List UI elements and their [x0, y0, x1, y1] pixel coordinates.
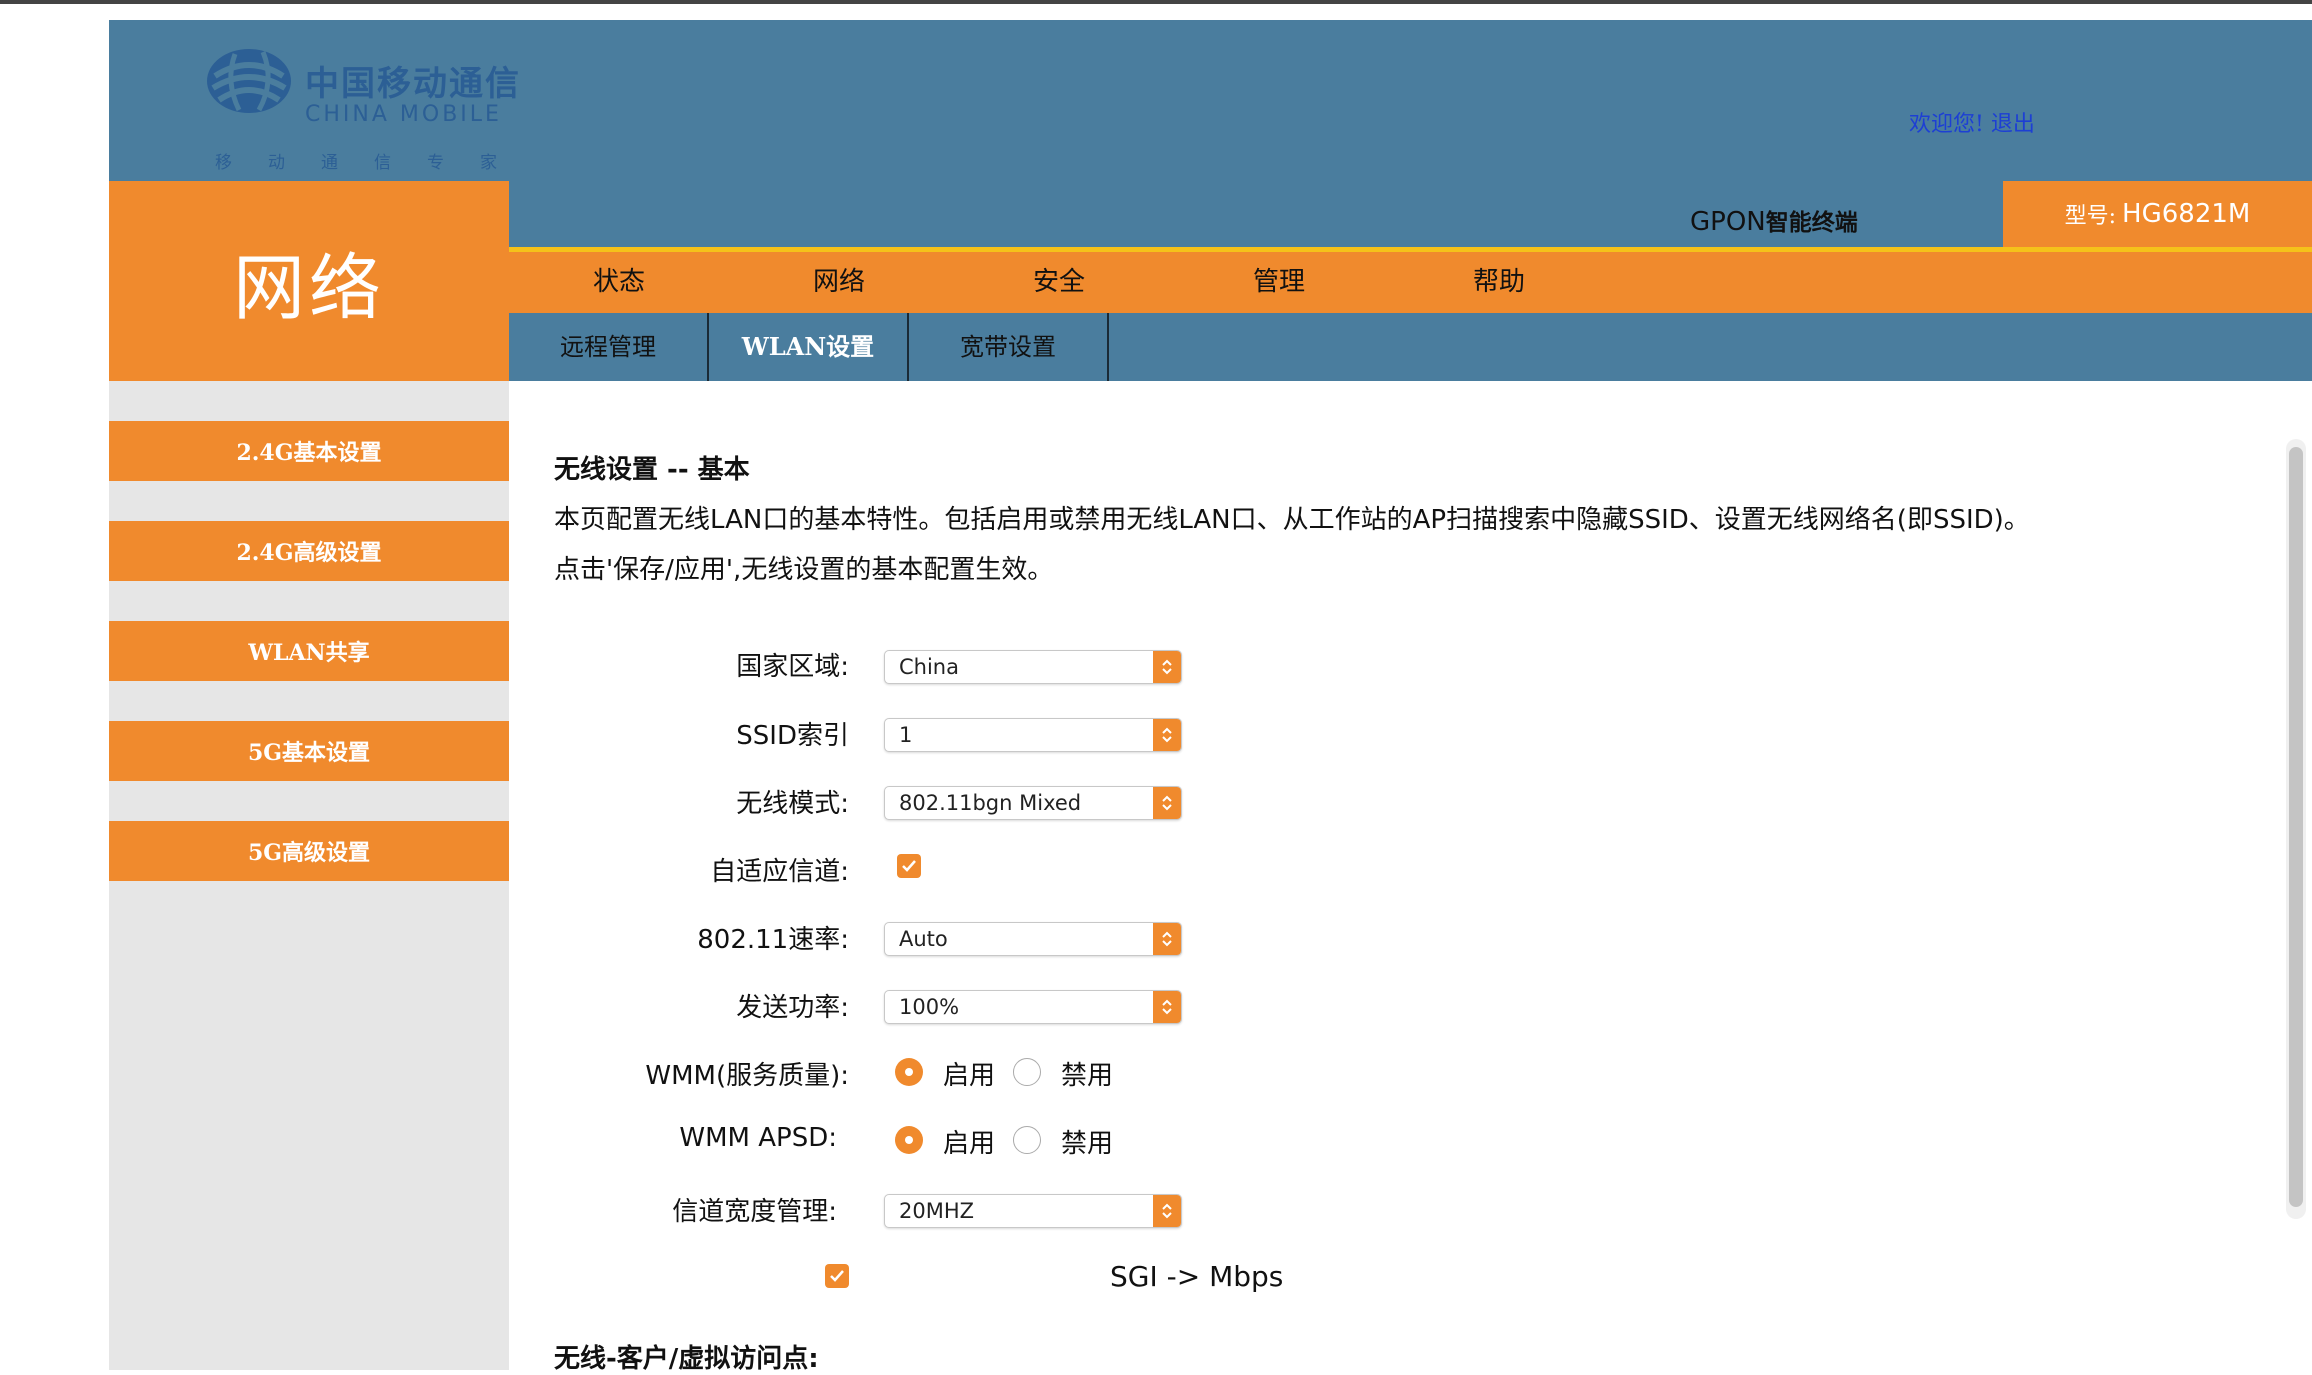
select-arrows-icon [1153, 991, 1181, 1023]
wmm-apsd-enable-text: 启用 [943, 1129, 996, 1159]
description-line-1: 本页配置无线LAN口的基本特性。包括启用或禁用无线LAN口、从工作站的AP扫描搜… [554, 505, 2030, 535]
nav-status[interactable]: 状态 [509, 252, 729, 313]
sub-nav: 远程管理 WLAN设置 宽带设置 [509, 313, 2312, 381]
country-label: 国家区域: [736, 652, 849, 682]
logout-link[interactable]: 退出 [1991, 112, 2035, 137]
model-badge: 型号: HG6821M [2003, 181, 2312, 247]
wmm-apsd-disable-text: 禁用 [1061, 1129, 1114, 1159]
china-mobile-logo-icon [207, 49, 291, 113]
logo-chinese-text: 中国移动通信 [305, 64, 521, 104]
select-arrows-icon [1153, 651, 1181, 683]
sgi-label: SGI -> Mbps [1110, 1260, 1284, 1293]
ssid-index-label: SSID索引 [736, 721, 849, 751]
checkmark-icon [902, 860, 916, 872]
bandwidth-select[interactable]: 20MHZ [884, 1194, 1182, 1228]
auto-channel-label: 自适应信道: [710, 857, 849, 887]
wmm-enable-text: 启用 [943, 1061, 996, 1091]
welcome-area: 欢迎您! 退出 [1909, 106, 2035, 138]
bandwidth-label: 信道宽度管理: [672, 1197, 837, 1227]
content-area: 无线设置 -- 基本 本页配置无线LAN口的基本特性。包括启用或禁用无线LAN口… [509, 381, 2312, 1374]
main-nav: 状态 网络 安全 管理 帮助 [509, 252, 2312, 313]
sidebar-item-24g-advanced[interactable]: 2.4G高级设置 [109, 521, 509, 581]
wmm-apsd-enable-radio[interactable] [895, 1126, 923, 1154]
wireless-mode-select-value: 802.11bgn Mixed [899, 791, 1082, 815]
auto-channel-checkbox[interactable] [897, 854, 921, 878]
select-arrows-icon [1153, 923, 1181, 955]
rate-label: 802.11速率: [697, 925, 849, 955]
wireless-mode-select[interactable]: 802.11bgn Mixed [884, 786, 1182, 820]
tx-power-select[interactable]: 100% [884, 990, 1182, 1024]
wmm-label: WMM(服务质量): [645, 1061, 849, 1091]
tx-power-label: 发送功率: [736, 993, 849, 1023]
bandwidth-select-value: 20MHZ [899, 1199, 975, 1223]
vertical-scrollbar[interactable] [2286, 439, 2306, 1219]
scrollbar-thumb[interactable] [2289, 447, 2303, 1207]
section-title: 网络 [109, 181, 509, 381]
model-value: HG6821M [2122, 199, 2251, 229]
select-arrows-icon [1153, 1195, 1181, 1227]
page-description: 本页配置无线LAN口的基本特性。包括启用或禁用无线LAN口、从工作站的AP扫描搜… [554, 495, 2254, 595]
wmm-disable-text: 禁用 [1061, 1061, 1114, 1091]
wmm-apsd-disable-radio[interactable] [1013, 1126, 1041, 1154]
logo-slogan: 移动通信专家 [215, 153, 533, 173]
select-arrows-icon [1153, 787, 1181, 819]
subnav-remote-management[interactable]: 远程管理 [509, 313, 709, 381]
router-admin-page: 中国移动通信 CHINA MOBILE 移动通信专家 欢迎您! 退出 网络 GP… [109, 20, 2312, 1374]
wireless-mode-label: 无线模式: [736, 789, 849, 819]
wmm-apsd-label: WMM APSD: [679, 1123, 837, 1153]
sidebar-item-24g-basic[interactable]: 2.4G基本设置 [109, 421, 509, 481]
wmm-disable-radio[interactable] [1013, 1058, 1041, 1086]
description-line-2: 点击'保存/应用',无线设置的基本配置生效。 [554, 555, 1054, 585]
wmm-enable-radio[interactable] [895, 1058, 923, 1086]
device-type: GPON智能终端 [1690, 203, 1858, 237]
nav-network[interactable]: 网络 [729, 252, 949, 313]
rate-select-value: Auto [899, 927, 948, 951]
model-label: 型号: [2064, 204, 2117, 229]
sgi-checkbox[interactable] [825, 1264, 849, 1288]
virtual-ap-section-title: 无线-客户/虚拟访问点: [554, 1344, 819, 1374]
window-top-edge [0, 0, 2312, 4]
country-select[interactable]: China [884, 650, 1182, 684]
device-gpon-suffix: 智能终端 [1765, 209, 1858, 236]
tx-power-select-value: 100% [899, 995, 960, 1019]
top-header: 中国移动通信 CHINA MOBILE 移动通信专家 欢迎您! 退出 [109, 20, 2312, 181]
logo-english-text: CHINA MOBILE [305, 102, 502, 127]
select-arrows-icon [1153, 719, 1181, 751]
device-gpon: GPON [1690, 207, 1766, 237]
checkmark-icon [830, 1270, 844, 1282]
ssid-index-select[interactable]: 1 [884, 718, 1182, 752]
nav-help[interactable]: 帮助 [1389, 252, 1609, 313]
nav-security[interactable]: 安全 [949, 252, 1169, 313]
ssid-index-select-value: 1 [899, 723, 913, 747]
rate-select[interactable]: Auto [884, 922, 1182, 956]
navigation-band: GPON智能终端 型号: HG6821M 状态 网络 安全 管理 帮助 远程管理… [509, 181, 2312, 381]
welcome-text: 欢迎您! [1909, 112, 1984, 137]
subnav-broadband-settings[interactable]: 宽带设置 [909, 313, 1109, 381]
nav-management[interactable]: 管理 [1169, 252, 1389, 313]
subnav-wlan-settings[interactable]: WLAN设置 [709, 313, 909, 381]
country-select-value: China [899, 655, 959, 679]
page-title: 无线设置 -- 基本 [554, 455, 750, 485]
